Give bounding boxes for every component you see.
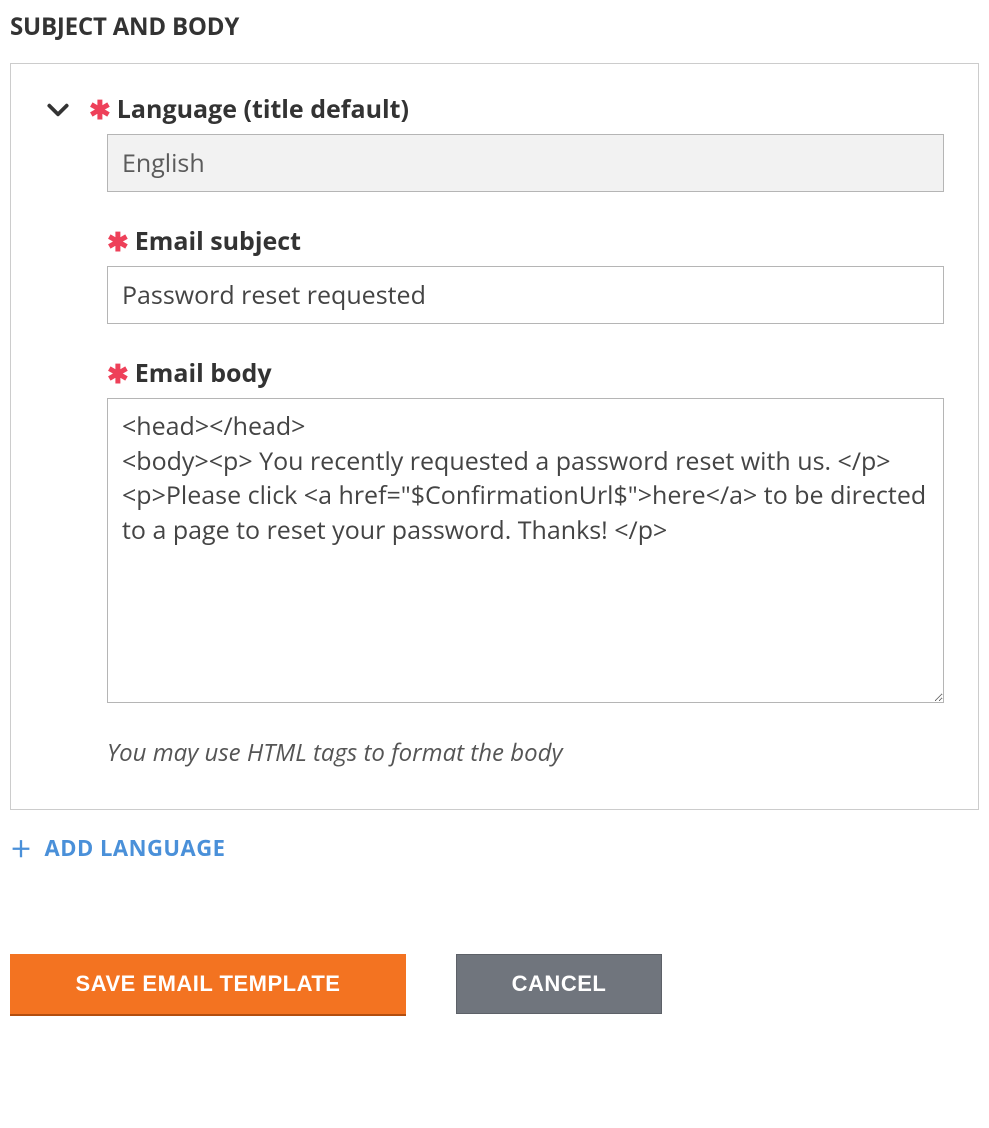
- body-hint: You may use HTML tags to format the body: [107, 736, 944, 769]
- language-label: ✱ Language (title default): [89, 92, 409, 126]
- subject-label-text: Email subject: [135, 224, 301, 258]
- subject-body-panel: ✱ Language (title default) English ✱ Ema…: [10, 63, 979, 810]
- add-language-button[interactable]: ＋ ADD LANGUAGE: [10, 832, 225, 864]
- chevron-down-icon: [45, 97, 71, 130]
- required-icon: ✱: [107, 228, 129, 254]
- action-buttons: SAVE EMAIL TEMPLATE CANCEL: [10, 954, 979, 1014]
- plus-icon: ＋: [10, 832, 33, 864]
- language-label-text: Language (title default): [117, 92, 409, 126]
- email-subject-input[interactable]: [107, 266, 944, 324]
- section-title: SUBJECT AND BODY: [10, 10, 979, 43]
- save-button[interactable]: SAVE EMAIL TEMPLATE: [10, 954, 406, 1014]
- body-label-text: Email body: [135, 356, 272, 390]
- cancel-button[interactable]: CANCEL: [456, 954, 662, 1014]
- add-language-label: ADD LANGUAGE: [45, 833, 226, 863]
- body-label: ✱ Email body: [107, 356, 944, 390]
- language-value: English: [107, 134, 944, 192]
- required-icon: ✱: [89, 96, 111, 122]
- subject-label: ✱ Email subject: [107, 224, 944, 258]
- language-block-header[interactable]: ✱ Language (title default): [45, 92, 944, 134]
- email-body-textarea[interactable]: [107, 398, 944, 703]
- required-icon: ✱: [107, 360, 129, 386]
